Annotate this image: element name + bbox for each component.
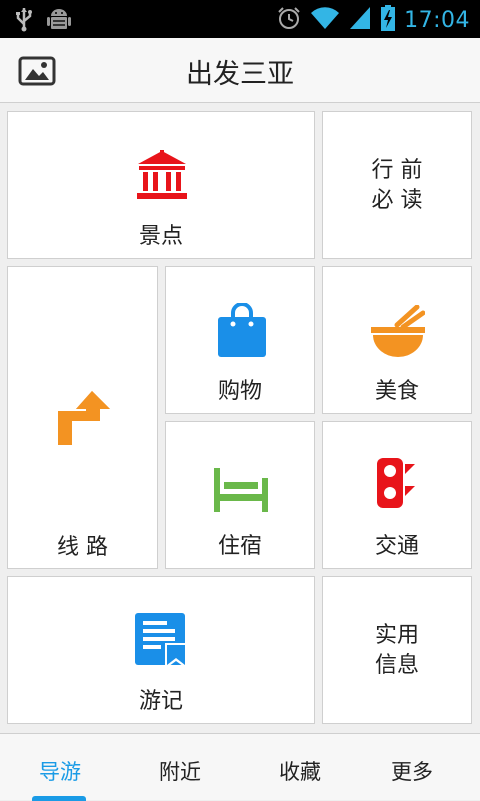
bottom-tab-bar: 导游 附近 收藏 更多 <box>0 733 480 801</box>
battery-charging-icon <box>380 4 396 36</box>
android-debug-icon <box>46 6 72 36</box>
app-header: 出发三亚 <box>0 38 480 103</box>
shopping-bag-icon <box>218 302 266 361</box>
tile-label-line1: 实用 <box>374 623 419 648</box>
page-title: 出发三亚 <box>186 59 294 90</box>
bed-icon <box>214 468 268 516</box>
tab-label: 导游 <box>39 760 81 784</box>
tile-label: 景点 <box>138 224 183 249</box>
tab-label: 更多 <box>391 760 433 784</box>
tile-lodging[interactable]: 住宿 <box>165 421 315 569</box>
usb-icon <box>14 6 34 36</box>
active-tab-indicator <box>32 796 86 801</box>
tile-label: 购物 <box>217 379 262 404</box>
tile-routes[interactable]: 线 路 <box>7 266 158 569</box>
tile-before-trip[interactable]: 行 前 必 读 <box>322 111 472 259</box>
tab-guide[interactable]: 导游 <box>0 734 120 801</box>
bowl-chopsticks-icon <box>371 304 426 361</box>
tab-label: 收藏 <box>279 760 321 784</box>
tab-nearby[interactable]: 附近 <box>120 734 240 801</box>
tab-favorites[interactable]: 收藏 <box>240 734 360 801</box>
tile-label: 游记 <box>138 689 183 714</box>
tile-travelogue[interactable]: 游记 <box>7 576 315 724</box>
tile-label: 交通 <box>374 534 419 559</box>
bookmark-document-icon <box>135 613 187 673</box>
tile-label-line2: 必 读 <box>371 188 423 213</box>
wifi-icon <box>310 5 340 35</box>
clock-time: 17:04 <box>404 7 470 33</box>
tile-label: 住宿 <box>217 534 262 559</box>
tile-label: 美食 <box>374 379 419 404</box>
tile-food[interactable]: 美食 <box>322 266 472 414</box>
tile-shopping[interactable]: 购物 <box>165 266 315 414</box>
tile-transport[interactable]: 交通 <box>322 421 472 569</box>
temple-icon <box>136 150 188 204</box>
signal-icon <box>348 5 372 35</box>
tab-more[interactable]: 更多 <box>352 734 472 801</box>
tile-practical-info[interactable]: 实用 信息 <box>322 576 472 724</box>
tab-label: 附近 <box>159 760 201 784</box>
tile-label-line2: 信息 <box>374 653 419 678</box>
alarm-icon <box>276 5 302 35</box>
tile-scenic-spots[interactable]: 景点 <box>7 111 315 259</box>
tile-label-line1: 行 前 <box>371 158 423 183</box>
tile-label: 线 路 <box>57 535 108 560</box>
route-arrow-icon <box>58 391 110 451</box>
traffic-light-icon <box>377 458 417 512</box>
status-bar: 17:04 <box>0 0 480 38</box>
